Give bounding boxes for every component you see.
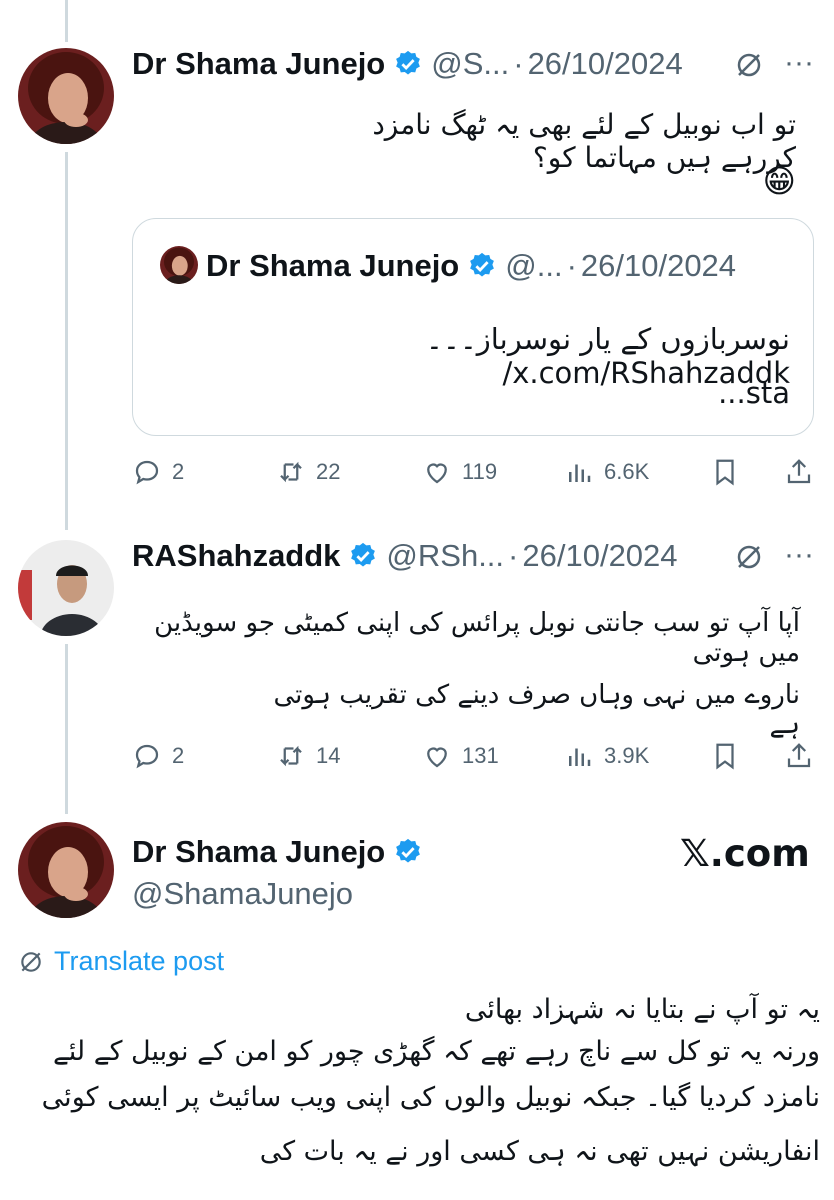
share-button[interactable]	[784, 741, 814, 771]
main-author-name[interactable]: Dr Shama Junejo	[132, 834, 385, 870]
reply-count: 2	[172, 459, 185, 484]
main-handle[interactable]: @ShamaJunejo	[132, 876, 353, 912]
like-icon	[427, 463, 447, 484]
tweet2-header: RAShahzaddk @RSh... · 26/10/2024	[132, 538, 678, 574]
tweet1-emoji: 😁	[762, 162, 796, 200]
views-count: 3.9K	[604, 743, 650, 768]
repost-button[interactable]: 22	[276, 457, 340, 487]
like-count: 119	[462, 459, 498, 484]
reply-button[interactable]: 2	[132, 457, 184, 487]
reply-count: 2	[172, 743, 185, 768]
tweet1-separator: ·	[513, 46, 524, 81]
main-text-line3: نامزد کردیا گیا۔ جبکہ نوبیل والوں کی اپن…	[41, 1082, 820, 1113]
like-button[interactable]: 119	[422, 457, 497, 487]
bookmark-button[interactable]	[710, 741, 740, 771]
repost-icon	[280, 745, 302, 767]
tweet1-date[interactable]: 26/10/2024	[528, 46, 683, 82]
more-icon[interactable]: ···	[784, 46, 814, 80]
quote-avatar[interactable]	[160, 246, 198, 284]
tweet1-author-name[interactable]: Dr Shama Junejo	[132, 46, 385, 82]
repost-icon	[280, 461, 302, 483]
bookmark-icon	[716, 743, 734, 770]
bookmark-button[interactable]	[710, 457, 740, 487]
verified-badge-icon	[393, 49, 423, 79]
reply-icon	[135, 744, 159, 769]
translate-label: Translate post	[54, 946, 225, 976]
like-icon	[427, 747, 447, 768]
grok-icon[interactable]	[734, 542, 764, 580]
main-text-line4: انفاریشن نہیں تھی نہ ہی کسی اور نے یہ با…	[259, 1136, 820, 1167]
tweet2-author-name[interactable]: RAShahzaddk	[132, 538, 340, 574]
share-icon	[787, 459, 811, 484]
x-brand-logo: 𝕏.com	[680, 832, 810, 875]
grok-icon[interactable]	[734, 50, 764, 88]
tweet2-actions: 2 14 131 3.9K	[132, 736, 822, 776]
main-text-line1: یہ تو آپ نے بتایا نہ شہزاد بھائی	[464, 994, 820, 1025]
translate-post-link[interactable]: Translate post	[18, 946, 224, 977]
verified-badge-icon	[348, 541, 378, 571]
avatar-rashahzaddk[interactable]	[18, 540, 114, 636]
share-icon	[787, 743, 811, 768]
tweet2-text-line2: ناروے میں نہی وہاں صرف دینے کی تقریب ہوت…	[273, 680, 800, 740]
tweet1-text: تو اب نوبیل کے لئے بھی یہ ٹھگ نامزد کررہ…	[372, 108, 796, 174]
verified-badge-icon	[467, 251, 497, 281]
quote-header: Dr Shama Junejo @... · 26/10/2024	[206, 248, 736, 284]
avatar-shama[interactable]	[18, 48, 114, 144]
views-icon	[569, 748, 591, 766]
repost-button[interactable]: 14	[276, 741, 340, 771]
tweet2-text-line1: آپا آپ تو سب جانتی نوبل پرائس کی اپنی کم…	[154, 608, 800, 668]
views-button[interactable]: 3.9K	[564, 741, 649, 771]
avatar-shama-main[interactable]	[18, 822, 114, 918]
quote-separator: ·	[566, 248, 577, 283]
main-handle-row: @ShamaJunejo	[132, 876, 353, 912]
more-icon[interactable]: ···	[784, 538, 814, 572]
tweet1-handle[interactable]: @S...	[431, 46, 509, 82]
bookmark-icon	[716, 459, 734, 486]
tweet2-date[interactable]: 26/10/2024	[522, 538, 677, 574]
tweet1-actions: 2 22 119 6.6K	[132, 452, 822, 492]
views-count: 6.6K	[604, 459, 650, 484]
thread-line-top	[65, 0, 68, 42]
quote-date[interactable]: 26/10/2024	[581, 248, 736, 284]
main-header: Dr Shama Junejo	[132, 834, 423, 870]
thread-line-1	[65, 152, 68, 530]
share-button[interactable]	[784, 457, 814, 487]
repost-count: 14	[316, 743, 341, 768]
like-count: 131	[462, 743, 499, 768]
tweet2-handle[interactable]: @RSh...	[386, 538, 504, 574]
like-button[interactable]: 131	[422, 741, 499, 771]
quote-author-name[interactable]: Dr Shama Junejo	[206, 248, 459, 284]
verified-badge-icon	[393, 837, 423, 867]
reply-icon	[135, 460, 159, 485]
views-icon	[569, 464, 591, 482]
translate-icon	[21, 951, 41, 972]
quote-handle[interactable]: @...	[505, 248, 562, 284]
tweet1-header: Dr Shama Junejo @S... · 26/10/2024	[132, 46, 683, 82]
repost-count: 22	[316, 459, 341, 484]
tweet2-separator: ·	[508, 538, 519, 573]
thread-line-2	[65, 644, 68, 814]
quote-text-line2: sta...	[718, 376, 790, 410]
reply-button[interactable]: 2	[132, 741, 184, 771]
main-text-line2: ورنہ یہ تو کل سے ناچ رہے تھے کہ گھڑی چور…	[52, 1036, 820, 1067]
views-button[interactable]: 6.6K	[564, 457, 649, 487]
